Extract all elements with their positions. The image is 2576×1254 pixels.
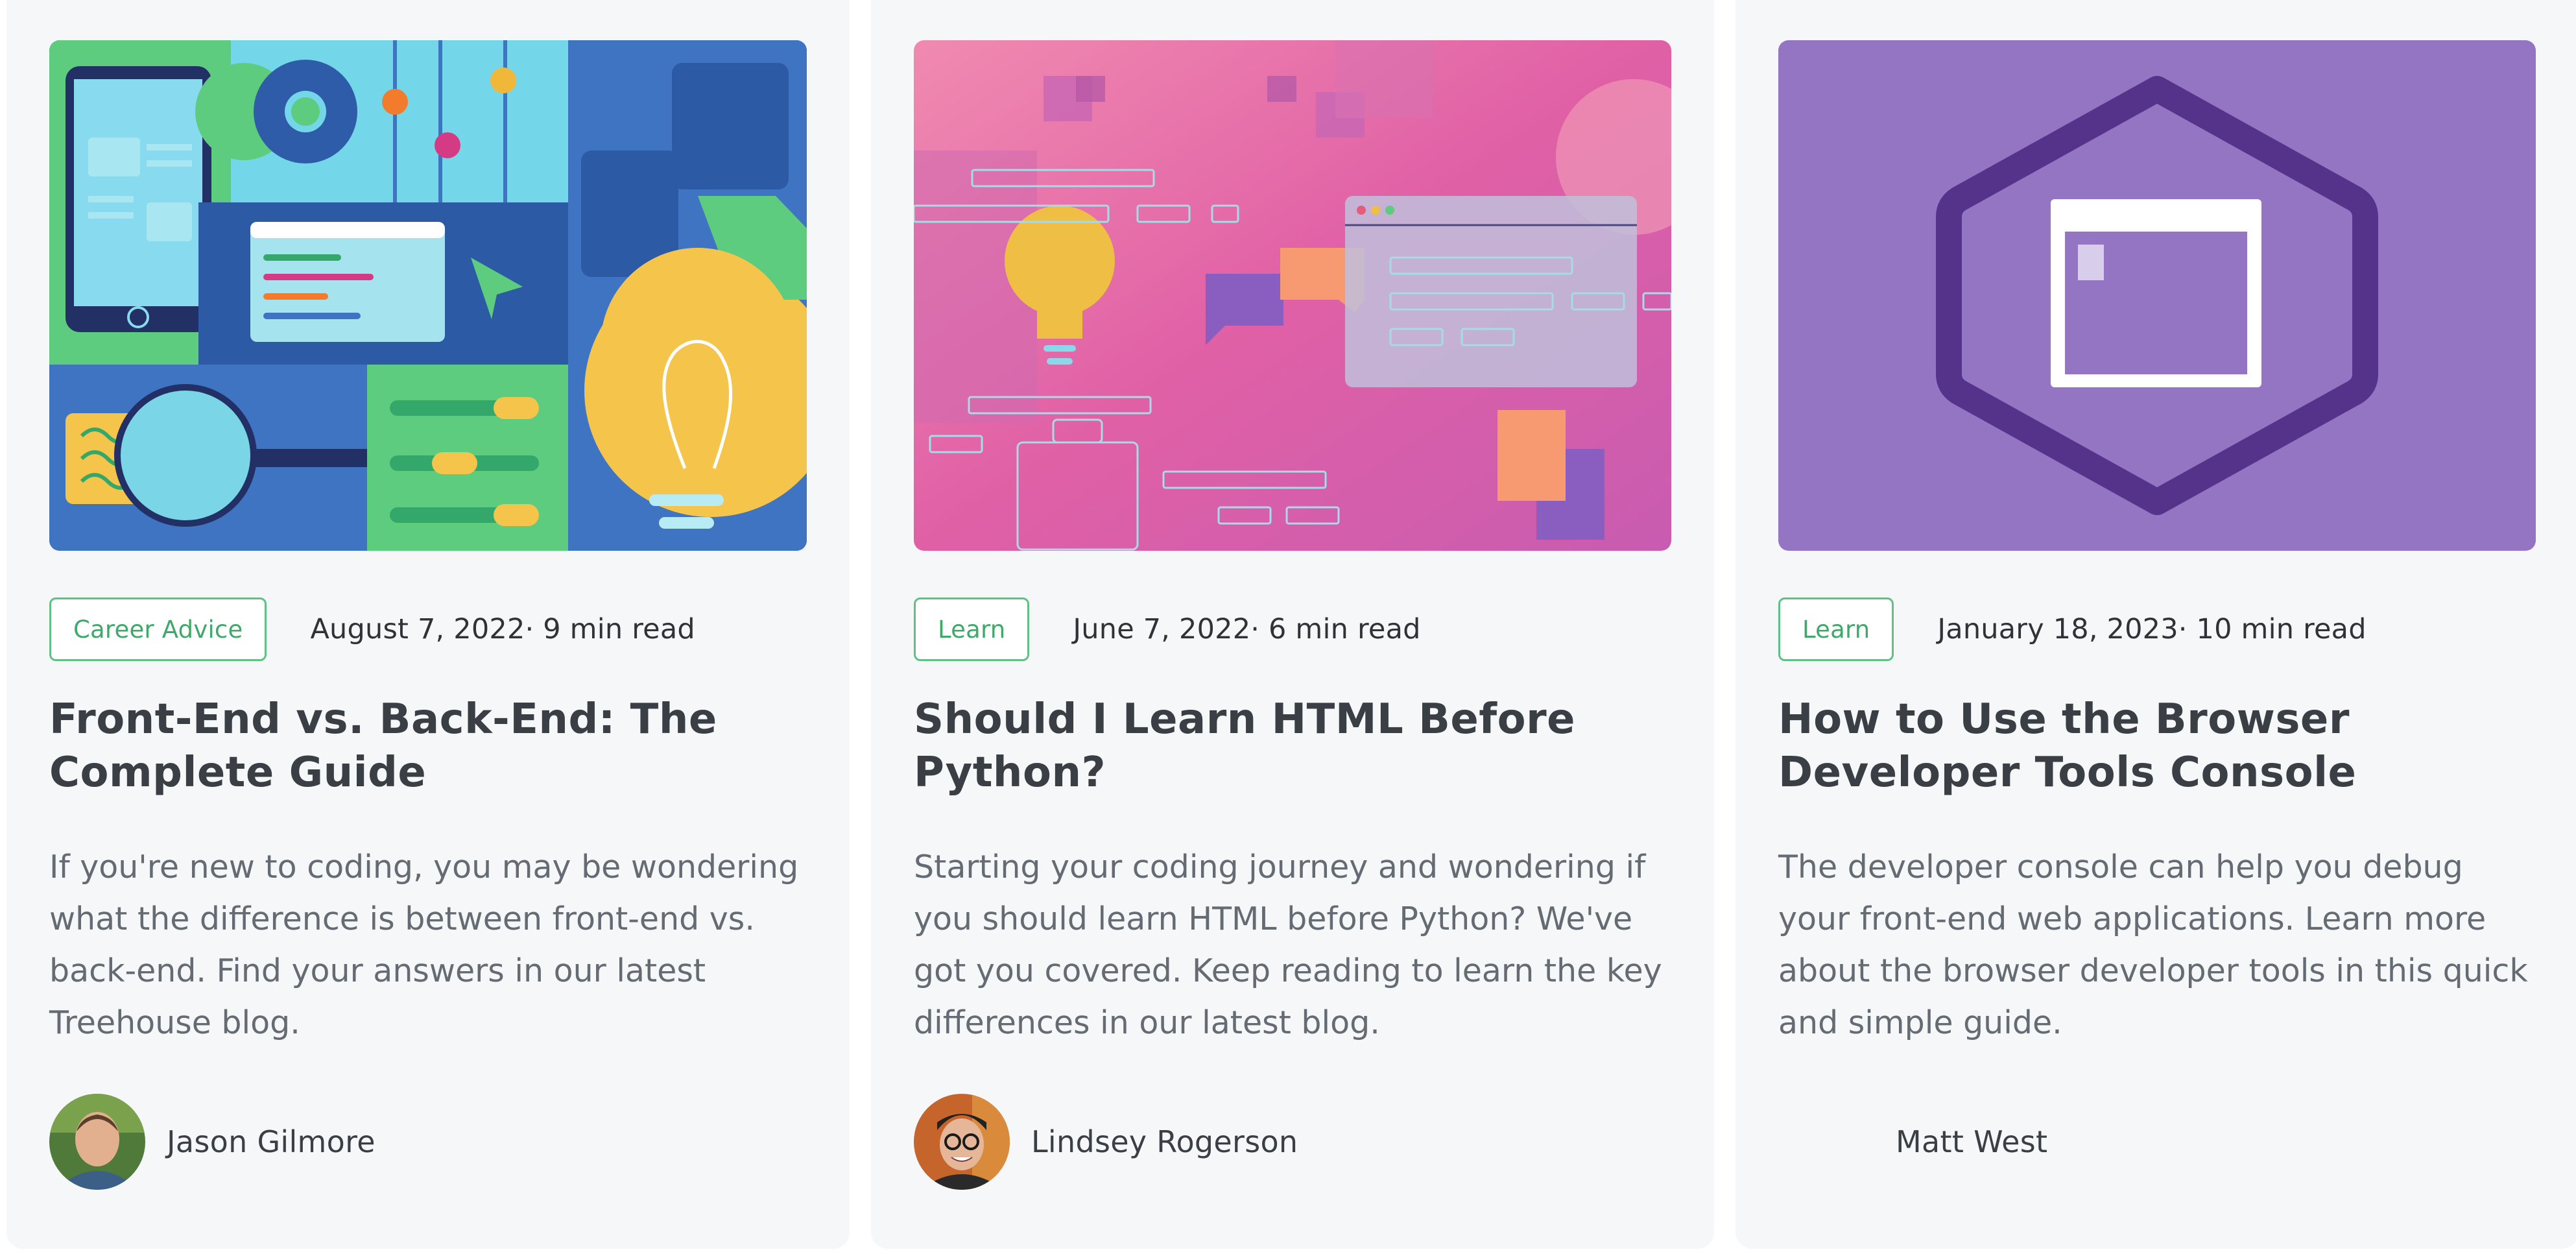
author[interactable]: Matt West	[1778, 1094, 2047, 1190]
read-time: · 10 min read	[2178, 613, 2367, 645]
blog-card[interactable]: Learn January 18, 2023· 10 min read How …	[1735, 0, 2576, 1249]
front-end-back-end-illustration	[49, 40, 807, 551]
post-excerpt: If you're new to coding, you may be wond…	[49, 849, 799, 1041]
card-thumbnail[interactable]	[49, 40, 807, 551]
category-tag[interactable]: Learn	[914, 597, 1030, 661]
category-tag[interactable]: Learn	[1778, 597, 1894, 661]
read-time: · 9 min read	[525, 613, 695, 645]
author-name[interactable]: Lindsey Rogerson	[1031, 1124, 1298, 1159]
card-meta: Career Advice August 7, 2022· 9 min read	[49, 596, 695, 662]
author-photo	[914, 1094, 1010, 1190]
author[interactable]: Lindsey Rogerson	[914, 1094, 1298, 1190]
browser-hexagon-icon	[1778, 40, 2536, 551]
avatar	[1778, 1094, 1874, 1190]
author[interactable]: Jason Gilmore	[49, 1094, 376, 1190]
author-photo	[49, 1094, 145, 1190]
post-date: June 7, 2022· 6 min read	[1073, 613, 1420, 645]
blog-card-grid: Career Advice August 7, 2022· 9 min read…	[0, 0, 2576, 1254]
blog-card[interactable]: Learn June 7, 2022· 6 min read Should I …	[871, 0, 1714, 1249]
card-thumbnail[interactable]	[914, 40, 1671, 551]
author-name[interactable]: Matt West	[1896, 1124, 2047, 1159]
lightbulb-browser-illustration	[914, 40, 1671, 551]
post-title[interactable]: How to Use the Browser Developer Tools C…	[1778, 693, 2540, 799]
post-date: January 18, 2023· 10 min read	[1937, 613, 2366, 645]
avatar	[914, 1094, 1010, 1190]
category-tag[interactable]: Career Advice	[49, 597, 267, 661]
post-title[interactable]: Should I Learn HTML Before Python?	[914, 693, 1676, 799]
post-title[interactable]: Front-End vs. Back-End: The Complete Gui…	[49, 693, 811, 799]
card-meta: Learn January 18, 2023· 10 min read	[1778, 596, 2367, 662]
post-date-value: August 7, 2022	[310, 613, 525, 645]
blog-card[interactable]: Career Advice August 7, 2022· 9 min read…	[6, 0, 850, 1249]
post-date-value: June 7, 2022	[1073, 613, 1251, 645]
read-time: · 6 min read	[1250, 613, 1421, 645]
card-meta: Learn June 7, 2022· 6 min read	[914, 596, 1421, 662]
author-name[interactable]: Jason Gilmore	[167, 1124, 376, 1159]
card-thumbnail[interactable]	[1778, 40, 2536, 551]
avatar	[49, 1094, 145, 1190]
post-excerpt: The developer console can help you debug…	[1778, 849, 2528, 1041]
post-date: August 7, 2022· 9 min read	[310, 613, 695, 645]
post-date-value: January 18, 2023	[1937, 613, 2178, 645]
post-excerpt: Starting your coding journey and wonderi…	[914, 849, 1662, 1041]
